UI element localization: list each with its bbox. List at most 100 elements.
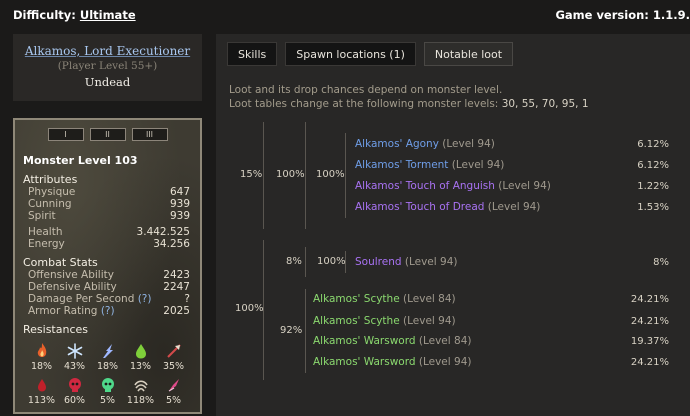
resistance-fire[interactable]: 18% [25, 342, 58, 372]
loot-item[interactable]: Alkamos' Agony (Level 94) [355, 138, 495, 150]
resistance-chaos[interactable]: 118% [124, 376, 157, 406]
resistance-value: 118% [126, 395, 155, 406]
vital-row: Energy 34.256 [23, 238, 192, 250]
combat-value: 2247 [163, 281, 190, 293]
resistance-bleed[interactable]: 113% [25, 376, 58, 406]
item-chance: 6.12% [637, 160, 669, 171]
resistance-lightning[interactable]: 18% [91, 342, 124, 372]
item-name: Alkamos' Touch of Dread [355, 201, 485, 213]
resistance-vitality[interactable]: 60% [58, 376, 91, 406]
tree-line [305, 247, 306, 277]
loot-item[interactable]: Alkamos' Touch of Anguish (Level 94) [355, 180, 551, 192]
dps-help-link[interactable]: (?) [138, 293, 152, 305]
resistance-value: 5% [99, 395, 116, 406]
stats-tabs: I II III [23, 128, 192, 141]
group-chance: 100% [235, 303, 264, 314]
combat-value: ? [184, 293, 190, 305]
item-chance: 24.21% [630, 294, 669, 305]
item-level: (Level 94) [487, 201, 541, 213]
attribute-row: Spirit 939 [23, 210, 192, 222]
stats-tab-2[interactable]: II [89, 128, 126, 141]
item-name: Alkamos' Warsword [313, 335, 416, 347]
combat-stats-heading: Combat Stats [23, 256, 98, 269]
cold-icon [67, 343, 82, 359]
resistances-heading: Resistances [23, 323, 89, 336]
stats-tab-3[interactable]: III [131, 128, 168, 141]
item-level: (Level 94) [451, 159, 505, 171]
item-name: Alkamos' Scythe [313, 293, 400, 305]
item-name: Alkamos' Scythe [313, 315, 400, 327]
resistance-stun[interactable]: 5% [157, 376, 190, 406]
item-level: (Level 94) [404, 256, 458, 268]
difficulty-value[interactable]: Ultimate [80, 8, 136, 22]
loot-item[interactable]: Alkamos' Warsword (Level 84) [313, 335, 471, 347]
monster-type: Undead [84, 75, 131, 89]
aether-icon [101, 378, 114, 392]
resistance-poison[interactable]: 13% [124, 342, 157, 372]
item-name: Alkamos' Agony [355, 138, 439, 150]
tree-line [305, 289, 306, 373]
table-chance: 100% [317, 256, 346, 267]
chaos-icon [133, 380, 148, 392]
loot-item[interactable]: Alkamos' Warsword (Level 94) [313, 356, 471, 368]
attribute-value: 939 [169, 198, 190, 210]
bleed-icon [37, 379, 46, 392]
resistance-value: 35% [162, 361, 185, 372]
subgroup-chance: 8% [286, 256, 302, 267]
item-name: Alkamos' Warsword [313, 356, 416, 368]
vital-row: Health 3.442.525 [23, 226, 192, 238]
loot-tree: 15% 100% 100% Alkamos' Agony (Level 94) … [216, 34, 690, 416]
loot-item[interactable]: Alkamos' Touch of Dread (Level 94) [355, 201, 540, 213]
resistance-pierce[interactable]: 35% [157, 342, 190, 372]
monster-name[interactable]: Alkamos, Lord Executioner [13, 44, 202, 58]
loot-item[interactable]: Alkamos' Scythe (Level 94) [313, 315, 456, 327]
table-chance: 100% [316, 169, 345, 180]
tree-line [263, 122, 264, 229]
player-level: (Player Level 55+) [57, 60, 158, 72]
attribute-label: Physique [28, 186, 76, 198]
resistance-value: 13% [129, 361, 152, 372]
vital-label: Health [28, 226, 63, 238]
attribute-row: Physique 647 [23, 186, 192, 198]
difficulty-label: Difficulty: [13, 8, 76, 22]
resistance-value: 60% [63, 395, 86, 406]
game-version: Game version: 1.1.9. [555, 8, 690, 22]
resistance-value: 43% [63, 361, 86, 372]
item-chance: 24.21% [630, 316, 669, 327]
resistance-value: 113% [27, 395, 56, 406]
loot-item[interactable]: Soulrend (Level 94) [355, 256, 457, 268]
resistance-grid: 18% 43% 18% 13% 35% 113% 60% 5% 118% 5% [23, 342, 192, 406]
combat-label: Damage Per Second [28, 293, 135, 305]
item-chance: 1.53% [637, 202, 669, 213]
group-chance: 15% [240, 169, 263, 180]
resistance-cold[interactable]: 43% [58, 342, 91, 372]
combat-label: Armor Rating [28, 305, 98, 317]
attribute-label: Cunning [28, 198, 72, 210]
resistance-value: 18% [30, 361, 53, 372]
attribute-value: 939 [169, 210, 190, 222]
resistance-aether[interactable]: 5% [91, 376, 124, 406]
armor-help-link[interactable]: (?) [101, 305, 115, 317]
resistance-value: 5% [165, 395, 182, 406]
vital-value: 34.256 [153, 238, 190, 250]
top-bar: Difficulty: Ultimate Game version: 1.1.9. [0, 0, 690, 28]
combat-row: Damage Per Second (?)? [23, 293, 192, 305]
subgroup-chance: 92% [280, 325, 303, 336]
item-chance: 6.12% [637, 139, 669, 150]
item-level: (Level 94) [498, 180, 551, 192]
combat-label: Offensive Ability [28, 269, 114, 281]
stun-icon [168, 379, 179, 392]
monster-stats-panel: I II III Monster Level 103 Attributes Ph… [13, 118, 202, 414]
item-level: (Level 84) [418, 335, 472, 347]
attribute-value: 647 [169, 186, 190, 198]
attribute-row: Cunning 939 [23, 198, 192, 210]
attribute-label: Spirit [28, 210, 56, 222]
stats-tab-1[interactable]: I [47, 128, 84, 141]
vital-value: 3.442.525 [136, 226, 190, 238]
combat-value: 2423 [163, 269, 190, 281]
fire-icon [37, 343, 46, 357]
loot-item[interactable]: Alkamos' Scythe (Level 84) [313, 293, 456, 305]
loot-item[interactable]: Alkamos' Torment (Level 94) [355, 159, 504, 171]
item-level: (Level 84) [403, 293, 456, 305]
vital-label: Energy [28, 238, 65, 250]
